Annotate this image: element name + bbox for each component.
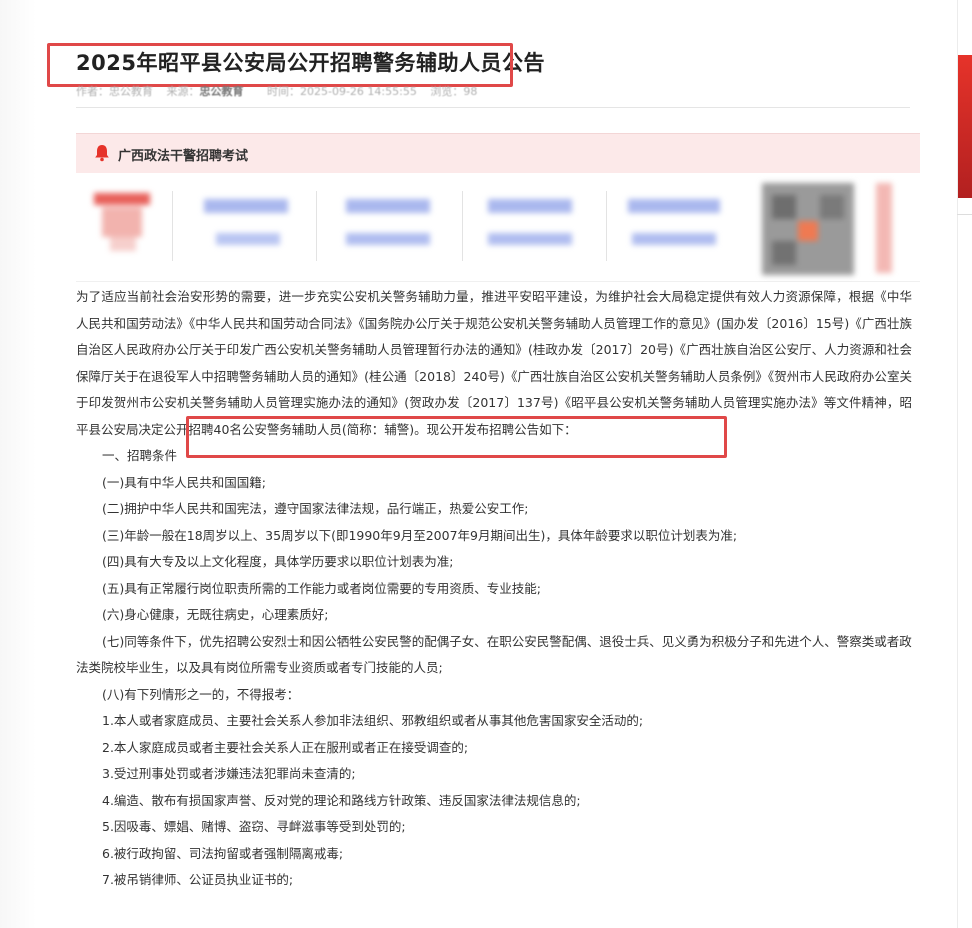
ad-card-4[interactable] bbox=[480, 173, 590, 281]
left-shadow bbox=[0, 0, 36, 928]
exclusion-item: 3.受过刑事处罚或者涉嫌违法犯罪尚未查清的; bbox=[102, 766, 356, 781]
condition-item: (一)具有中华人民共和国国籍; bbox=[102, 474, 266, 490]
intro-text: 为了适应当前社会治安形势的需要，进一步充实公安机关警务辅助力量，推进平安昭平建设… bbox=[76, 289, 912, 410]
card-separator bbox=[316, 191, 317, 261]
meta-views: 浏览：98 bbox=[430, 85, 478, 98]
condition-item: (七)同等条件下，优先招聘公安烈士和因公牺牲公安民警的配偶子女、在职公安民警配偶… bbox=[76, 633, 912, 676]
card-separator bbox=[172, 191, 173, 261]
ad-card-edge bbox=[876, 173, 896, 281]
exclusion-item: 2.本人家庭成员或者主要社会关系人正在服刑或者正在接受调查的; bbox=[102, 739, 469, 755]
meta-time: 时间：2025-09-26 14:55:55 bbox=[267, 85, 417, 98]
page: 2025年昭平县公安局公开招聘警务辅助人员公告 作者：忠公教育 来源：忠公教育 … bbox=[0, 0, 972, 928]
exclusion-item: 6.被行政拘留、司法拘留或者强制隔离戒毒; bbox=[102, 845, 344, 861]
bell-icon bbox=[95, 145, 109, 162]
exclusion-item: 1.本人或者家庭成员、主要社会关系人参加非法组织、邪教组织或者从事其他危害国家安… bbox=[102, 713, 644, 728]
condition-item: (六)身心健康，无既往病史，心理素质好; bbox=[102, 607, 329, 622]
exclusion-item: 7.被吊销律师、公证员执业证书的; bbox=[102, 872, 294, 887]
title-highlight-box bbox=[47, 43, 513, 87]
meta-divider bbox=[76, 107, 910, 108]
ad-card-2[interactable] bbox=[196, 173, 306, 281]
meta-source[interactable]: 忠公教育 bbox=[200, 85, 244, 98]
sidebar-banner[interactable] bbox=[958, 55, 972, 198]
meta-source-label: 来源： bbox=[166, 85, 200, 98]
ad-banner[interactable]: 广西政法干警招聘考试 bbox=[76, 133, 920, 174]
card-separator bbox=[606, 191, 607, 261]
qr-code-icon bbox=[762, 183, 854, 275]
ad-card-5[interactable] bbox=[624, 173, 734, 281]
sidebar-divider bbox=[957, 214, 972, 215]
condition-item: (八)有下列情形之一的，不得报考： bbox=[102, 686, 300, 702]
card-separator bbox=[462, 191, 463, 261]
condition-item: (五)具有正常履行岗位职责所需的工作能力或者岗位需要的专用资质、专业技能; bbox=[102, 580, 541, 596]
condition-item: (四)具有大专及以上文化程度，具体学历要求以职位计划表为准; bbox=[102, 554, 454, 569]
ad-banner-title: 广西政法干警招聘考试 bbox=[118, 149, 249, 164]
ad-cards bbox=[76, 173, 920, 282]
ad-card-logo[interactable] bbox=[86, 173, 156, 281]
right-sidebar bbox=[957, 0, 972, 928]
condition-item: (三)年龄一般在18周岁以上、35周岁以下(即1990年9月至2007年9月期间… bbox=[102, 527, 738, 543]
condition-item: (二)拥护中华人民共和国宪法，遵守国家法律法规，品行端正，热爱公安工作; bbox=[102, 501, 529, 516]
meta-author: 作者：忠公教育 bbox=[76, 85, 153, 98]
exclusion-item: 5.因吸毒、嫖娼、赌博、盗窃、寻衅滋事等受到处罚的; bbox=[102, 819, 406, 834]
article-meta: 作者：忠公教育 来源：忠公教育 时间：2025-09-26 14:55:55 浏… bbox=[76, 83, 487, 99]
article-body: 为了适应当前社会治安形势的需要，进一步充实公安机关警务辅助力量，推进平安昭平建设… bbox=[76, 284, 912, 894]
exclusion-item: 4.编造、散布有损国家声誉、反对党的理论和路线方针政策、违反国家法律法规信息的; bbox=[102, 792, 581, 808]
text-highlight-box bbox=[186, 416, 727, 458]
ad-card-3[interactable] bbox=[338, 173, 448, 281]
